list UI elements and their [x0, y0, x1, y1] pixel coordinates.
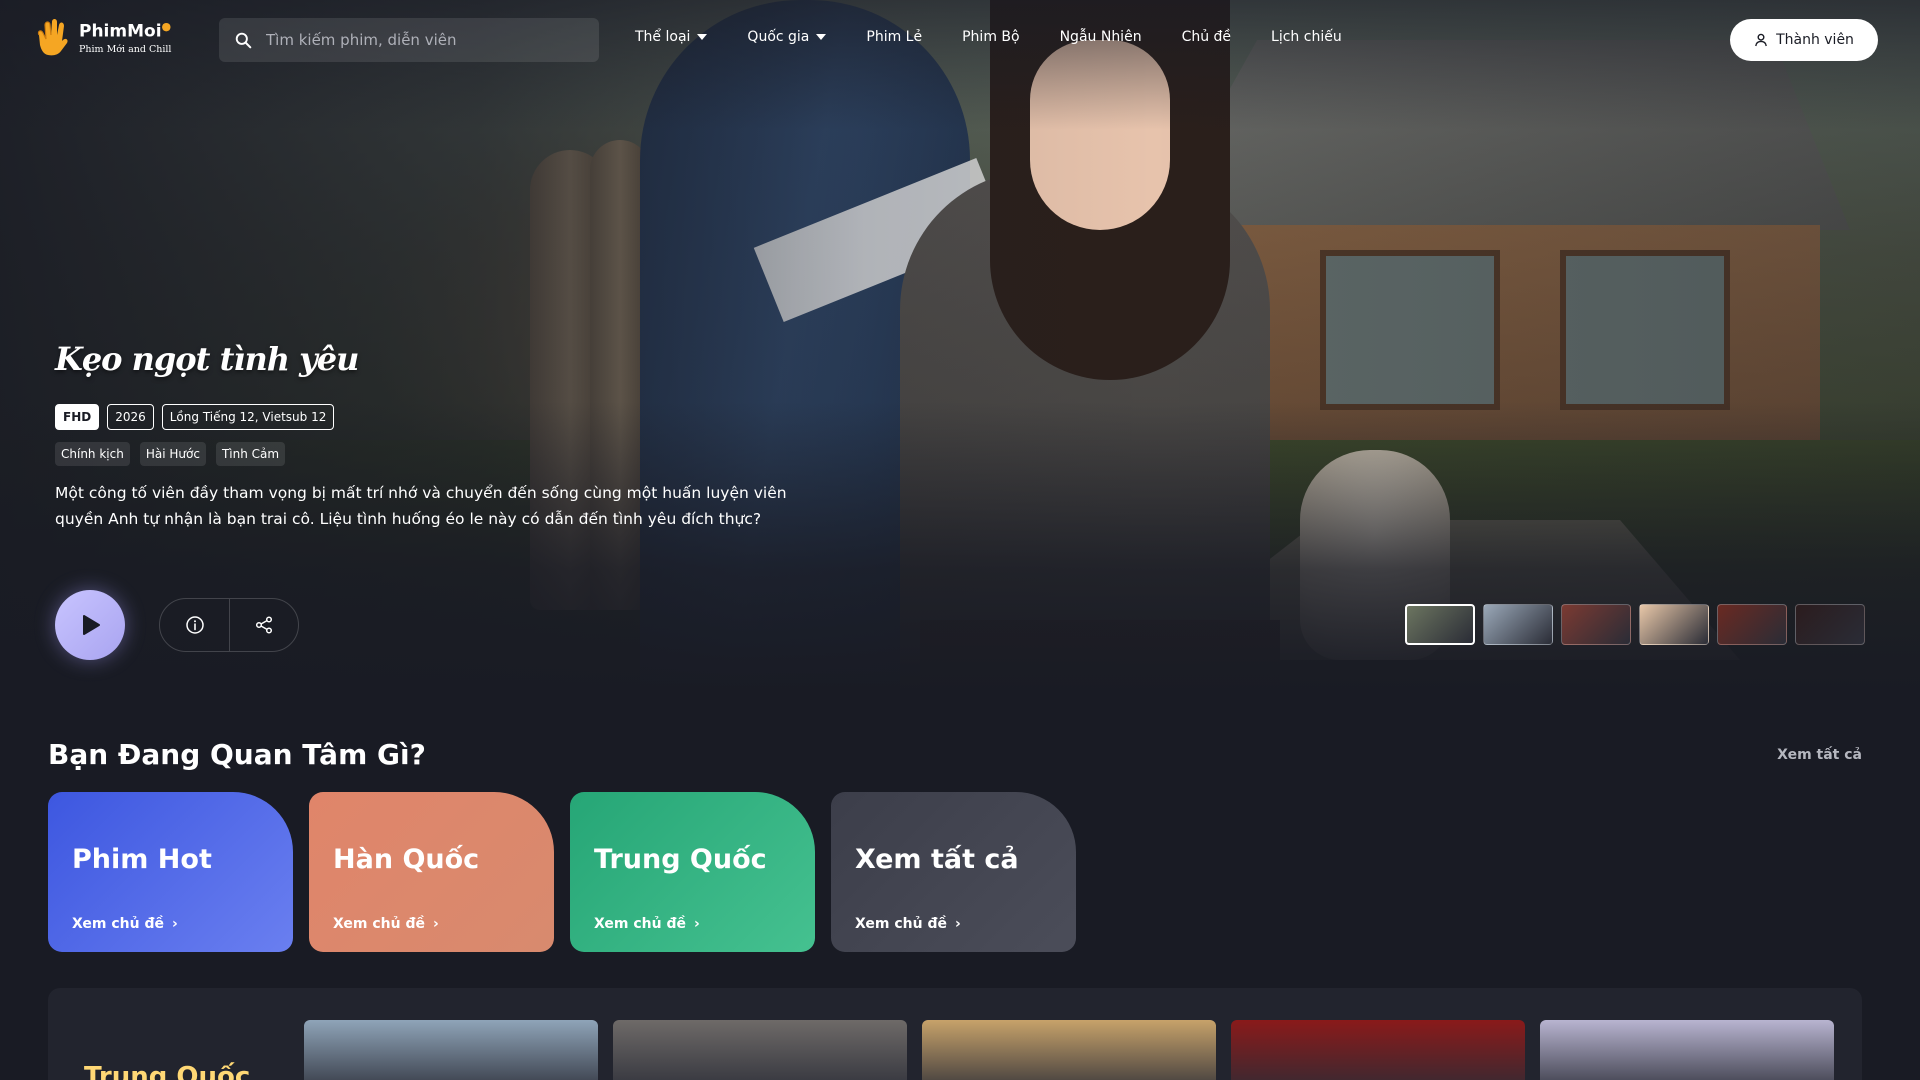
- nav-item-series[interactable]: Phim Bộ: [962, 29, 1019, 45]
- topic-card-china[interactable]: Trung Quốc Xem chủ đề ›: [570, 792, 815, 952]
- movie-poster[interactable]: [1540, 1020, 1834, 1080]
- site-header: PhimMoi● Phim Mới and Chill Thể loại Quố…: [0, 0, 1920, 80]
- info-icon: [185, 616, 204, 634]
- card-title: Xem tất cả: [855, 844, 1019, 875]
- movie-poster[interactable]: [1231, 1020, 1525, 1080]
- movie-poster[interactable]: [304, 1020, 598, 1080]
- info-button[interactable]: [160, 599, 229, 651]
- nav-item-genres[interactable]: Thể loại: [635, 29, 708, 45]
- chevron-right-icon: ›: [433, 916, 439, 932]
- play-button[interactable]: [55, 590, 125, 660]
- thumbnail[interactable]: [1795, 604, 1865, 645]
- member-label: Thành viên: [1776, 32, 1854, 48]
- card-link[interactable]: Xem chủ đề ›: [72, 916, 178, 932]
- movie-title[interactable]: Kẹo ngọt tình yêu: [55, 340, 795, 378]
- genre-tag[interactable]: Hài Hước: [139, 442, 206, 466]
- topic-cards: Phim Hot Xem chủ đề › Hàn Quốc Xem chủ đề…: [48, 792, 1076, 952]
- movie-poster[interactable]: [613, 1020, 907, 1080]
- movie-description: Một công tố viên đầy tham vọng bị mất tr…: [55, 484, 787, 528]
- hero-info: Kẹo ngọt tình yêu FHD 2026 Lồng Tiếng 12…: [55, 340, 795, 532]
- nav-label: Phim Lẻ: [866, 29, 923, 45]
- year-badge: 2026: [107, 404, 154, 430]
- chevron-right-icon: ›: [172, 916, 178, 932]
- topic-card-korea[interactable]: Hàn Quốc Xem chủ đề ›: [309, 792, 554, 952]
- logo-name: PhimMoi●: [79, 20, 172, 43]
- search-input[interactable]: [266, 31, 586, 49]
- chevron-right-icon: ›: [694, 916, 700, 932]
- caret-down-icon: [816, 34, 827, 40]
- country-section-title[interactable]: Trung Quốc: [84, 1062, 250, 1080]
- card-link[interactable]: Xem chủ đề ›: [333, 916, 439, 932]
- topics-header: Bạn Đang Quan Tâm Gì? Xem tất cả: [48, 738, 1862, 771]
- quality-badge: FHD: [55, 404, 100, 430]
- nav-label: Thể loại: [635, 29, 691, 45]
- search-icon: [235, 32, 252, 48]
- logo-tagline: Phim Mới and Chill: [79, 44, 172, 56]
- main-nav: Thể loại Quốc gia Phim Lẻ Phim Bộ Ngẫu N…: [635, 29, 1382, 45]
- genre-tag[interactable]: Tình Cảm: [215, 442, 286, 466]
- hand-logo-icon: [37, 19, 68, 56]
- caret-down-icon: [697, 34, 708, 40]
- nav-item-movies[interactable]: Phim Lẻ: [866, 29, 922, 45]
- topic-card-hot[interactable]: Phim Hot Xem chủ đề ›: [48, 792, 293, 952]
- share-button[interactable]: [229, 599, 298, 651]
- movie-poster[interactable]: [922, 1020, 1216, 1080]
- hero-thumbnail-strip: [1405, 604, 1865, 645]
- thumbnail[interactable]: [1561, 604, 1631, 645]
- poster-row: [304, 1020, 1834, 1080]
- nav-item-countries[interactable]: Quốc gia: [747, 29, 827, 45]
- nav-label: Ngẫu Nhiên: [1059, 29, 1142, 45]
- card-link[interactable]: Xem chủ đề ›: [594, 916, 700, 932]
- view-all-link[interactable]: Xem tất cả: [1777, 747, 1862, 763]
- nav-label: Chủ đề: [1181, 29, 1232, 45]
- member-button[interactable]: Thành viên: [1730, 19, 1878, 61]
- share-icon: [255, 616, 273, 634]
- nav-label: Quốc gia: [747, 29, 810, 45]
- play-icon: [83, 615, 100, 635]
- topic-card-all[interactable]: Xem tất cả Xem chủ đề ›: [831, 792, 1076, 952]
- nav-item-random[interactable]: Ngẫu Nhiên: [1060, 29, 1142, 45]
- search-box[interactable]: [219, 18, 599, 62]
- card-title: Trung Quốc: [594, 844, 767, 875]
- thumbnail[interactable]: [1405, 604, 1475, 645]
- card-title: Phim Hot: [72, 844, 212, 875]
- thumbnail[interactable]: [1483, 604, 1553, 645]
- site-logo[interactable]: PhimMoi● Phim Mới and Chill: [33, 19, 171, 57]
- thumbnail[interactable]: [1639, 604, 1709, 645]
- card-link[interactable]: Xem chủ đề ›: [855, 916, 961, 932]
- nav-label: Phim Bộ: [962, 29, 1020, 45]
- section-title: Bạn Đang Quan Tâm Gì?: [48, 738, 426, 771]
- user-icon: [1755, 33, 1767, 47]
- secondary-actions: [159, 598, 299, 652]
- thumbnail[interactable]: [1717, 604, 1787, 645]
- nav-item-schedule[interactable]: Lịch chiếu: [1271, 29, 1342, 45]
- genre-row: Chính kịch Hài Hước Tình Cảm: [55, 442, 795, 466]
- nav-item-topics[interactable]: Chủ đề: [1182, 29, 1231, 45]
- hero-actions: [55, 590, 299, 660]
- genre-tag[interactable]: Chính kịch: [55, 442, 130, 466]
- badge-row: FHD 2026 Lồng Tiếng 12, Vietsub 12: [55, 404, 795, 430]
- nav-label: Lịch chiếu: [1271, 29, 1342, 45]
- card-title: Hàn Quốc: [333, 844, 480, 875]
- chevron-right-icon: ›: [955, 916, 961, 932]
- episode-badge: Lồng Tiếng 12, Vietsub 12: [161, 404, 335, 430]
